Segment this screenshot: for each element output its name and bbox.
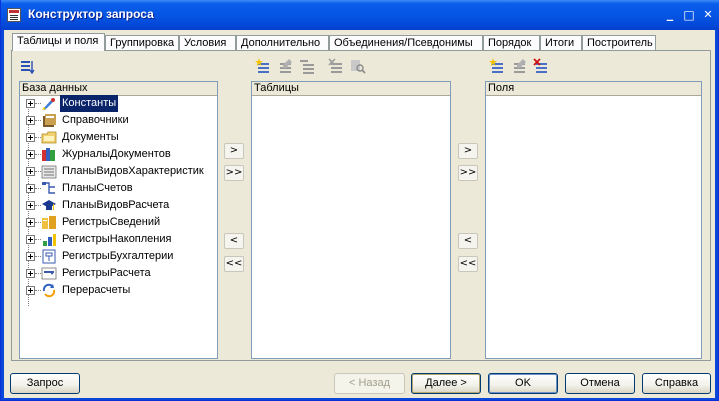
expand-icon[interactable] bbox=[26, 201, 35, 210]
edit-table-icon bbox=[280, 59, 292, 73]
tab-order[interactable]: Порядок bbox=[483, 35, 540, 50]
app-icon bbox=[7, 8, 21, 22]
delete-field-icon[interactable] bbox=[533, 58, 549, 74]
help-button[interactable]: Справка bbox=[642, 373, 711, 394]
ok-button[interactable]: OK bbox=[488, 373, 558, 394]
delete-table-icon bbox=[328, 58, 342, 73]
tree-item-label: РегистрыНакопления bbox=[62, 233, 172, 245]
close-button[interactable]: ✕ bbox=[702, 9, 714, 21]
dialog-client-area: Таблицы и поля Группировка Условия Допол… bbox=[4, 30, 715, 398]
add-field-button[interactable]: > bbox=[458, 143, 478, 159]
tab-tables-and-fields[interactable]: Таблицы и поля bbox=[12, 33, 105, 51]
document-journals-icon bbox=[42, 148, 55, 161]
tree-item-label: ПланыСчетов bbox=[62, 182, 133, 194]
query-button[interactable]: Запрос bbox=[10, 373, 80, 394]
accounting-registers-icon bbox=[42, 249, 56, 264]
sort-tree-icon[interactable] bbox=[19, 59, 35, 75]
tree-item-label: Перерасчеты bbox=[62, 284, 131, 296]
tab-panel: База данных Константы Справочники Докуме… bbox=[11, 50, 711, 361]
tree-item-label: ЖурналыДокументов bbox=[62, 148, 171, 160]
title-bar[interactable]: Конструктор запроса _ □ ✕ bbox=[1, 0, 719, 30]
query-builder-window: Конструктор запроса _ □ ✕ Таблицы и поля… bbox=[0, 0, 719, 401]
fields-list[interactable]: Поля bbox=[485, 81, 702, 359]
tree-item-label: ПланыВидовРасчета bbox=[62, 199, 170, 211]
remove-field-button[interactable]: < bbox=[458, 233, 478, 249]
next-button[interactable]: Далее > bbox=[411, 373, 481, 394]
tab-unions-aliases[interactable]: Объединения/Псевдонимы bbox=[329, 35, 483, 50]
tables-header: Таблицы bbox=[252, 82, 450, 96]
expand-icon[interactable] bbox=[26, 184, 35, 193]
edit-field-icon bbox=[514, 59, 526, 73]
catalogs-icon bbox=[43, 114, 56, 127]
information-registers-icon bbox=[42, 216, 56, 229]
find-table-icon bbox=[351, 60, 366, 74]
remove-all-tables-button[interactable]: << bbox=[224, 256, 244, 272]
tree-item-label: ПланыВидовХарактеристик bbox=[62, 165, 204, 177]
add-all-tables-button[interactable]: >> bbox=[224, 165, 244, 181]
expand-icon[interactable] bbox=[26, 235, 35, 244]
tables-list[interactable]: Таблицы bbox=[251, 81, 451, 359]
expand-icon[interactable] bbox=[26, 167, 35, 176]
maximize-button[interactable]: □ bbox=[683, 9, 695, 21]
expand-icon[interactable] bbox=[26, 116, 35, 125]
add-table-icon[interactable] bbox=[255, 58, 271, 74]
tab-totals[interactable]: Итоги bbox=[540, 35, 582, 50]
remove-all-fields-button[interactable]: << bbox=[458, 256, 478, 272]
expand-icon[interactable] bbox=[26, 99, 35, 108]
tree-item-label: РегистрыРасчета bbox=[62, 267, 151, 279]
tree-item-label: Документы bbox=[62, 131, 119, 143]
copy-table-icon bbox=[300, 60, 314, 74]
expand-icon[interactable] bbox=[26, 269, 35, 278]
add-all-fields-button[interactable]: >> bbox=[458, 165, 478, 181]
tree-item-label: Справочники bbox=[62, 114, 129, 126]
expand-icon[interactable] bbox=[26, 150, 35, 159]
minimize-button[interactable]: _ bbox=[664, 8, 676, 21]
add-table-button[interactable]: > bbox=[224, 143, 244, 159]
accumulation-registers-icon bbox=[43, 234, 56, 246]
cancel-button[interactable]: Отмена bbox=[565, 373, 635, 394]
tree-item-label: РегистрыСведений bbox=[62, 216, 161, 228]
expand-icon[interactable] bbox=[26, 218, 35, 227]
expand-icon[interactable] bbox=[26, 252, 35, 261]
add-field-icon[interactable] bbox=[489, 58, 505, 74]
fields-header: Поля bbox=[486, 82, 701, 96]
tree-item-label: Константы bbox=[60, 95, 119, 112]
tab-builder[interactable]: Построитель bbox=[582, 35, 656, 50]
characteristic-types-icon bbox=[41, 165, 57, 179]
charts-of-accounts-icon bbox=[42, 182, 55, 194]
recalculations-icon bbox=[42, 283, 56, 298]
database-tree[interactable]: База данных Константы Справочники Докуме… bbox=[19, 81, 218, 359]
tab-additional[interactable]: Дополнительно bbox=[236, 35, 329, 50]
documents-icon bbox=[41, 131, 57, 144]
tree-item-label: РегистрыБухгалтерии bbox=[62, 250, 174, 262]
calculation-registers-icon bbox=[41, 267, 57, 280]
expand-icon[interactable] bbox=[26, 133, 35, 142]
database-header: База данных bbox=[20, 82, 217, 96]
constants-icon bbox=[42, 98, 55, 110]
expand-icon[interactable] bbox=[26, 286, 35, 295]
tab-conditions[interactable]: Условия bbox=[179, 35, 236, 50]
tab-grouping[interactable]: Группировка bbox=[105, 35, 179, 50]
remove-table-button[interactable]: < bbox=[224, 233, 244, 249]
calculation-types-icon bbox=[42, 200, 56, 210]
back-button[interactable]: < Назад bbox=[334, 373, 405, 394]
window-title: Конструктор запроса bbox=[28, 7, 154, 21]
